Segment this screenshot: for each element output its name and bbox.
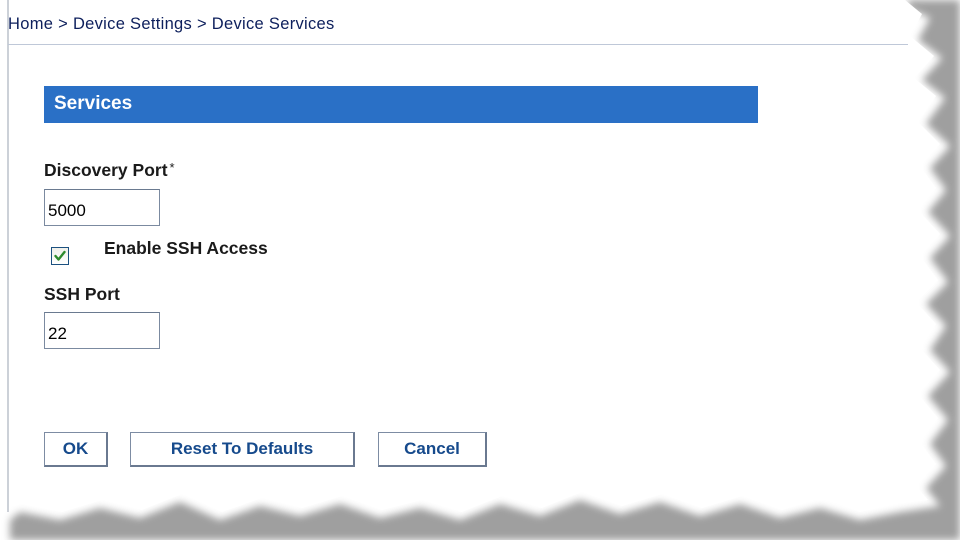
discovery-port-input[interactable] bbox=[44, 189, 160, 226]
breadcrumb-separator: > bbox=[58, 15, 69, 33]
discovery-port-label-text: Discovery Port bbox=[44, 160, 168, 180]
breadcrumb-device-settings[interactable]: Device Settings bbox=[73, 15, 192, 33]
breadcrumb-current: Device Services bbox=[211, 15, 335, 33]
cancel-button[interactable]: Cancel bbox=[378, 432, 487, 467]
breadcrumb-separator: > bbox=[196, 15, 207, 33]
enable-ssh-checkbox[interactable] bbox=[51, 247, 69, 265]
breadcrumb-divider bbox=[8, 44, 908, 45]
services-section-header: Services bbox=[44, 86, 758, 123]
checkmark-icon bbox=[54, 250, 66, 261]
discovery-port-label: Discovery Port * bbox=[44, 160, 175, 181]
device-services-page: Home > Device Settings > Device Services… bbox=[0, 0, 960, 540]
ssh-port-label: SSH Port bbox=[44, 284, 120, 304]
reset-to-defaults-button[interactable]: Reset To Defaults bbox=[130, 432, 355, 467]
ssh-port-input[interactable] bbox=[44, 312, 160, 349]
breadcrumb-home[interactable]: Home bbox=[8, 15, 53, 33]
ok-button[interactable]: OK bbox=[44, 432, 108, 467]
required-marker: * bbox=[169, 160, 175, 175]
section-title: Services bbox=[54, 93, 133, 114]
enable-ssh-label: Enable SSH Access bbox=[104, 238, 268, 258]
breadcrumb: Home > Device Settings > Device Services bbox=[8, 15, 335, 34]
